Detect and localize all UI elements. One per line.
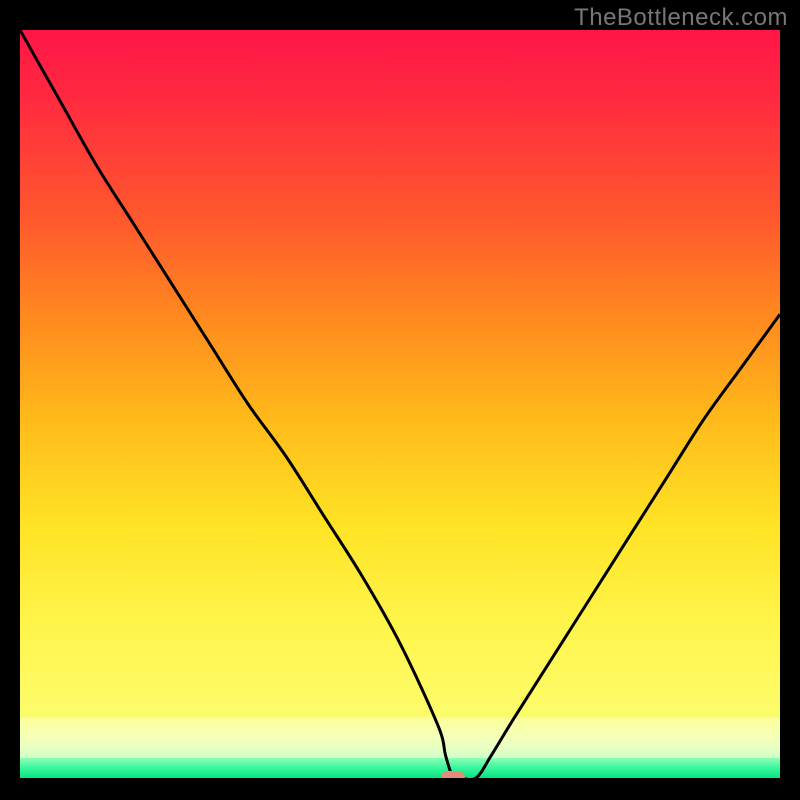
watermark-text: TheBottleneck.com xyxy=(574,4,788,32)
bottleneck-curve xyxy=(20,30,780,778)
plot-area xyxy=(20,30,780,778)
curve-path xyxy=(20,30,780,778)
optimum-marker xyxy=(441,771,465,778)
chart-frame: TheBottleneck.com xyxy=(0,0,800,800)
